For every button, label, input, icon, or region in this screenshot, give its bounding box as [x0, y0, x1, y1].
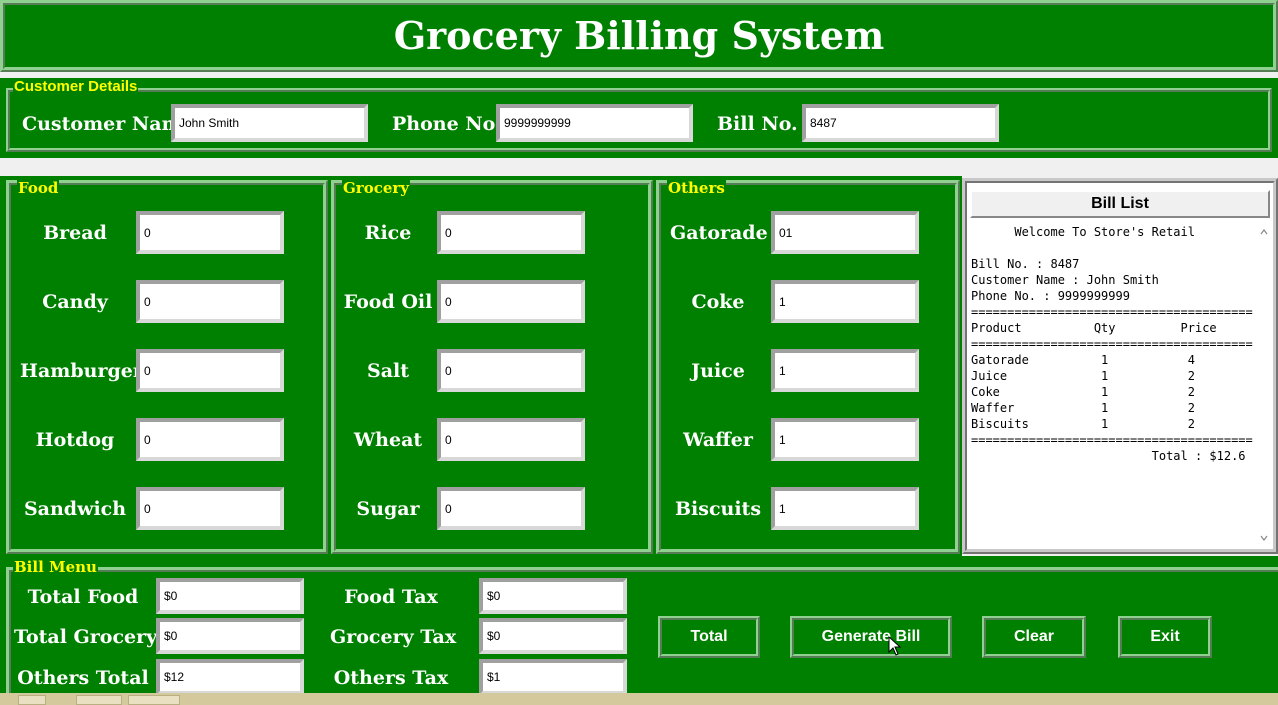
gatorade-label: Gatorade	[670, 222, 768, 244]
grocery-frame-label: Grocery	[342, 179, 411, 197]
hamburger-input[interactable]	[136, 349, 284, 392]
bill-text: Welcome To Store's Retail Bill No. : 848…	[971, 225, 1253, 463]
hamburger-label: Hamburger	[20, 360, 143, 382]
sugar-input[interactable]	[437, 487, 585, 530]
bill-text-area[interactable]: Welcome To Store's Retail Bill No. : 848…	[969, 221, 1271, 549]
coke-input[interactable]	[771, 280, 919, 323]
others-frame-label: Others	[667, 179, 726, 197]
juice-input[interactable]	[771, 349, 919, 392]
bill-scrollbar[interactable]	[1257, 222, 1271, 548]
coke-label: Coke	[691, 291, 745, 313]
sugar-label: Sugar	[356, 498, 420, 520]
sandwich-input[interactable]	[136, 487, 284, 530]
exit-button[interactable]: Exit	[1118, 616, 1212, 658]
others-tax-input[interactable]	[479, 659, 627, 695]
clear-button[interactable]: Clear	[982, 616, 1086, 658]
hotdog-input[interactable]	[136, 418, 284, 461]
scroll-up-icon	[1260, 229, 1268, 235]
total-food-input[interactable]	[156, 578, 304, 614]
sandwich-label: Sandwich	[23, 498, 127, 520]
separator	[0, 158, 1278, 176]
bread-label: Bread	[43, 222, 107, 244]
others-total-input[interactable]	[156, 659, 304, 695]
bill-no-label: Bill No.	[717, 113, 798, 135]
wheat-label: Wheat	[353, 429, 423, 451]
total-button[interactable]: Total	[658, 616, 760, 658]
bill-menu-label: Bill Menu	[13, 558, 98, 576]
customer-name-input[interactable]	[171, 104, 368, 142]
phone-no-label: Phone No	[392, 113, 496, 135]
others-total-label: Others Total	[17, 667, 149, 689]
customer-name-label: Customer Name	[22, 113, 194, 135]
salt-label: Salt	[366, 360, 410, 382]
bread-input[interactable]	[136, 211, 284, 254]
bill-no-input[interactable]	[802, 104, 999, 142]
others-tax-label: Others Tax	[333, 667, 449, 689]
app-title-banner: Grocery Billing System	[0, 0, 1278, 72]
food-tax-label: Food Tax	[344, 586, 438, 608]
wheat-input[interactable]	[437, 418, 585, 461]
generate-bill-button[interactable]: Generate Bill	[790, 616, 952, 658]
bill-list-title: Bill List	[970, 190, 1270, 218]
candy-input[interactable]	[136, 280, 284, 323]
biscuits-label: Biscuits	[674, 498, 762, 520]
grocery-tax-label: Grocery Tax	[330, 626, 457, 648]
phone-no-input[interactable]	[496, 104, 693, 142]
food-frame-label: Food	[17, 179, 60, 197]
customer-details-label: Customer Details	[13, 78, 139, 95]
taskbar	[0, 693, 1278, 705]
food-oil-input[interactable]	[437, 280, 585, 323]
rice-input[interactable]	[437, 211, 585, 254]
gatorade-input[interactable]	[771, 211, 919, 254]
taskbar-button[interactable]	[76, 695, 122, 705]
taskbar-button[interactable]	[128, 695, 180, 705]
salt-input[interactable]	[437, 349, 585, 392]
hotdog-label: Hotdog	[35, 429, 115, 451]
juice-label: Juice	[691, 360, 745, 382]
total-grocery-input[interactable]	[156, 618, 304, 654]
waffer-label: Waffer	[683, 429, 753, 451]
food-oil-label: Food Oil	[343, 291, 433, 313]
rice-label: Rice	[364, 222, 412, 244]
scroll-down-icon	[1260, 535, 1268, 541]
mouse-cursor-icon	[888, 636, 902, 656]
total-food-label: Total Food	[27, 586, 139, 608]
waffer-input[interactable]	[771, 418, 919, 461]
grocery-tax-input[interactable]	[479, 618, 627, 654]
food-tax-input[interactable]	[479, 578, 627, 614]
candy-label: Candy	[42, 291, 108, 313]
app-title: Grocery Billing System	[393, 13, 885, 58]
total-grocery-label: Total Grocery	[14, 626, 158, 648]
biscuits-input[interactable]	[771, 487, 919, 530]
taskbar-button[interactable]	[18, 695, 46, 705]
